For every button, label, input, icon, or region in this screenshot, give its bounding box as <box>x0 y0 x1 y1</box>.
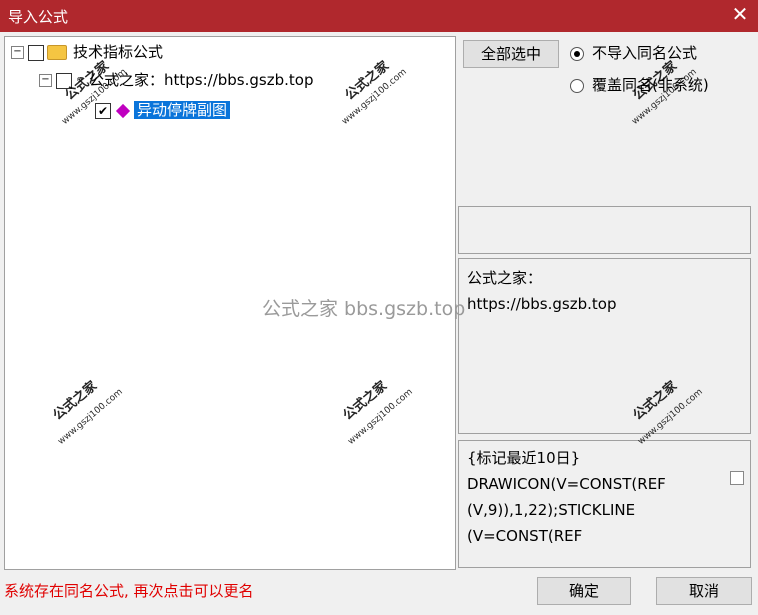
code-box: {标记最近10日} DRAWICON(V=CONST(REF (V,9)),1,… <box>458 440 751 568</box>
root-label: 技术指标公式 <box>73 43 164 61</box>
description-box: 公式之家： https://bbs.gszb.top <box>458 258 751 434</box>
tree-node-root[interactable]: − 技术指标公式 <box>11 41 163 63</box>
code-line: DRAWICON(V=CONST(REF <box>467 475 666 493</box>
cancel-button[interactable]: 取消 <box>656 577 752 605</box>
code-line: {标记最近10日} <box>467 449 581 467</box>
leaf-checkbox[interactable]: ✔ <box>95 102 111 119</box>
close-icon[interactable]: ✕ <box>728 2 752 26</box>
radio-skip-duplicate[interactable]: 不导入同名公式 <box>570 42 697 64</box>
gem-icon <box>115 103 131 118</box>
title-bar: 导入公式 ✕ <box>0 0 758 32</box>
description-text: 公式之家： https://bbs.gszb.top <box>467 265 616 317</box>
code-line: (V,9)),1,22);STICKLINE <box>467 501 636 519</box>
ok-button[interactable]: 确定 <box>537 577 631 605</box>
tree-node-leaf[interactable]: ✔ 异动停牌副图 <box>95 99 231 121</box>
description-line: https://bbs.gszb.top <box>467 295 617 313</box>
code-line: (V=CONST(REF <box>467 527 583 545</box>
collapse-icon[interactable]: − <box>39 74 52 87</box>
select-all-button[interactable]: 全部选中 <box>463 40 559 68</box>
code-checkbox[interactable] <box>730 471 744 485</box>
description-line: 公式之家： <box>467 269 543 287</box>
root-checkbox[interactable] <box>28 44 44 61</box>
radio-skip-label: 不导入同名公式 <box>592 44 698 62</box>
center-watermark: 公式之家 bbs.gszb.top <box>262 298 466 320</box>
collapse-icon[interactable]: − <box>11 46 24 59</box>
radio-selected-icon[interactable] <box>570 46 584 61</box>
code-text: {标记最近10日} DRAWICON(V=CONST(REF (V,9)),1,… <box>467 445 666 549</box>
leaf-label[interactable]: 异动停牌副图 <box>134 101 231 119</box>
radio-unselected-icon[interactable] <box>570 78 584 93</box>
folder-icon <box>47 45 67 60</box>
status-message: 系统存在同名公式, 再次点击可以更名 <box>4 582 254 600</box>
empty-field <box>458 206 751 254</box>
window-title: 导入公式 <box>8 8 69 26</box>
